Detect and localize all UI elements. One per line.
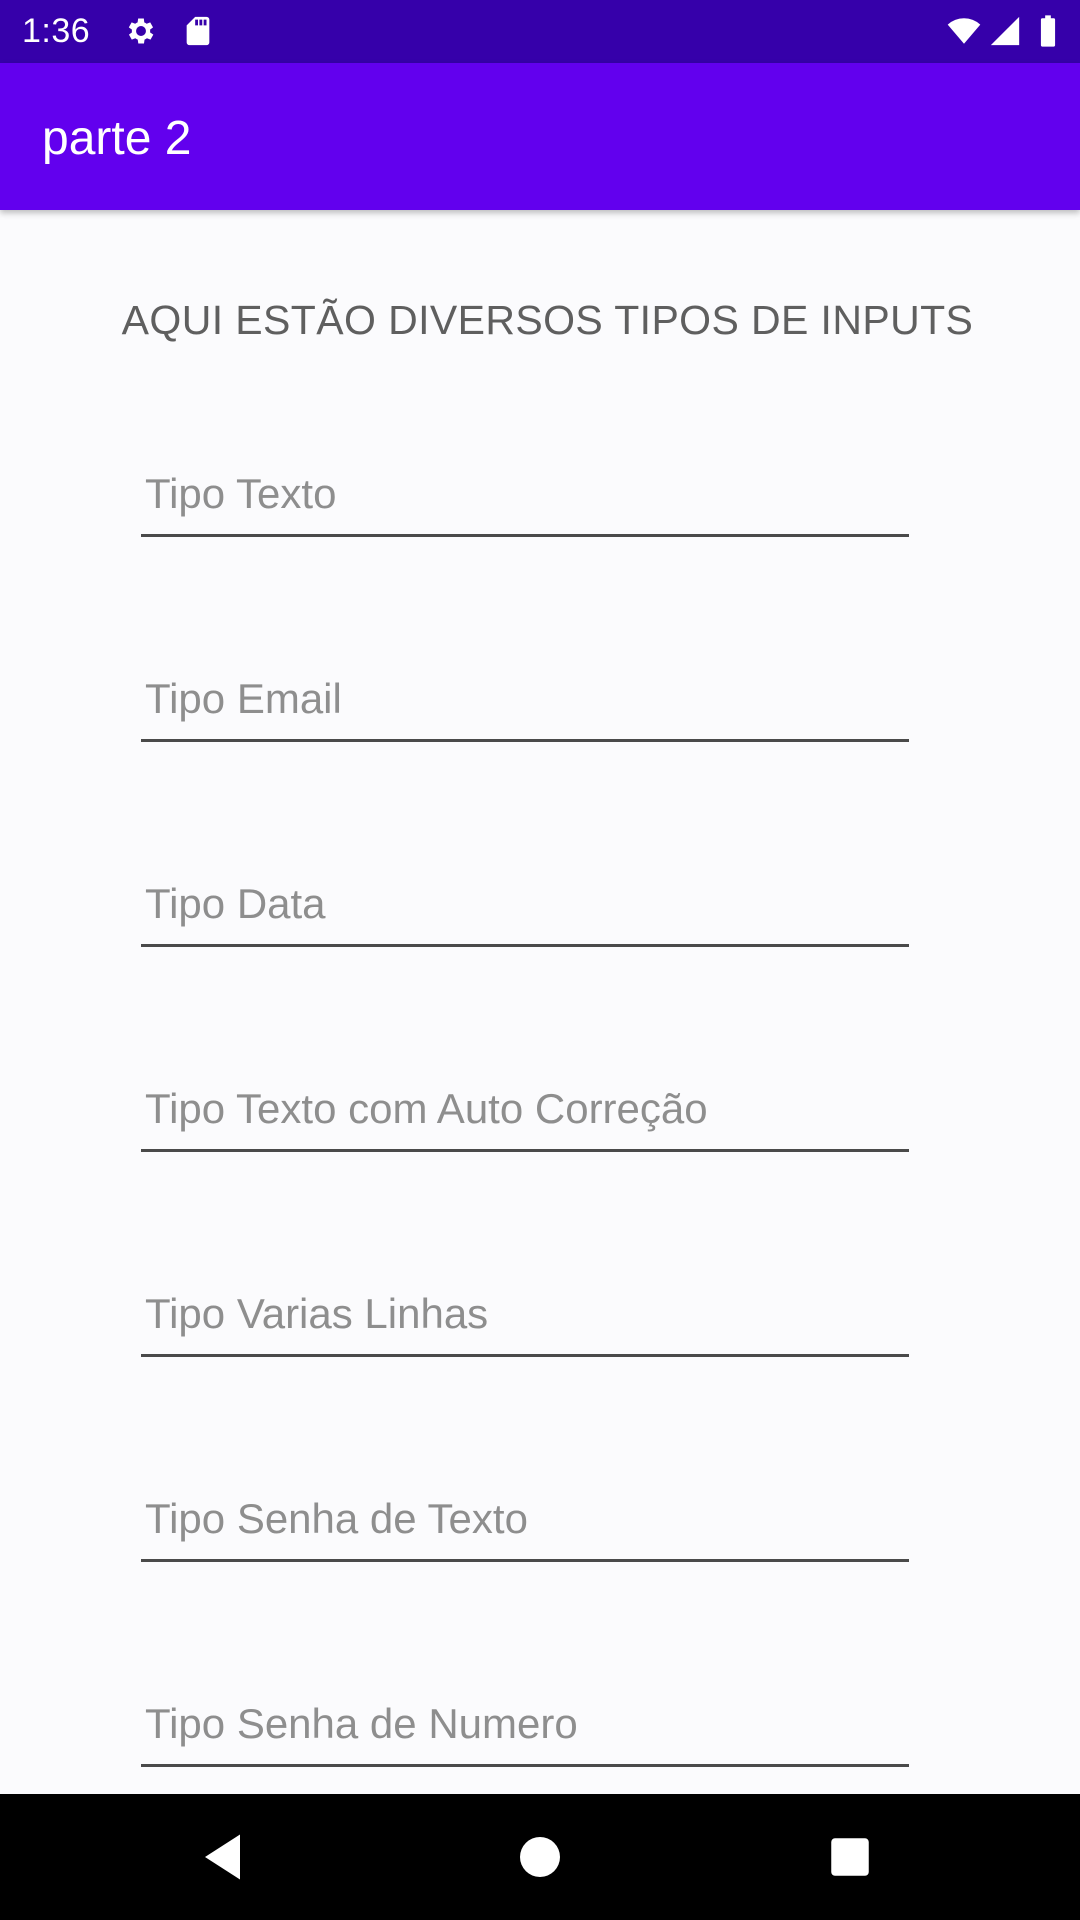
date-input[interactable] bbox=[141, 868, 909, 940]
status-bar: 1:36 bbox=[0, 0, 1080, 63]
navigation-bar bbox=[0, 1794, 1080, 1920]
date-field-underline bbox=[141, 944, 909, 947]
recents-icon[interactable] bbox=[820, 1827, 880, 1887]
text-input[interactable] bbox=[141, 458, 909, 530]
multiline-field[interactable] bbox=[141, 1278, 909, 1358]
number-password-field-underline bbox=[141, 1764, 909, 1767]
number-password-input[interactable] bbox=[141, 1688, 909, 1760]
text-password-field[interactable] bbox=[141, 1483, 909, 1563]
home-icon[interactable] bbox=[510, 1827, 570, 1887]
wifi-icon bbox=[944, 14, 984, 48]
signal-icon bbox=[988, 14, 1022, 48]
email-input[interactable] bbox=[141, 663, 909, 735]
sd-card-icon bbox=[181, 14, 215, 48]
multiline-field-underline bbox=[141, 1354, 909, 1357]
autocorrect-text-field-underline bbox=[141, 1149, 909, 1152]
back-icon[interactable] bbox=[195, 1827, 255, 1887]
text-password-field-underline bbox=[141, 1559, 909, 1562]
gear-icon bbox=[124, 14, 158, 48]
email-field[interactable] bbox=[141, 663, 909, 743]
email-field-underline bbox=[141, 739, 909, 742]
autocorrect-text-field[interactable] bbox=[141, 1073, 909, 1153]
app-screen: 1:36 parte 2 AQUI ESTÃO DIVERSOS TIPOS D… bbox=[0, 0, 1080, 1920]
app-title: parte 2 bbox=[42, 112, 192, 165]
app-bar: parte 2 bbox=[0, 63, 1080, 210]
text-field-underline bbox=[141, 534, 909, 537]
date-field[interactable] bbox=[141, 868, 909, 948]
autocorrect-text-input[interactable] bbox=[141, 1073, 909, 1145]
text-password-input[interactable] bbox=[141, 1483, 909, 1555]
number-password-field[interactable] bbox=[141, 1688, 909, 1768]
text-field[interactable] bbox=[141, 458, 909, 538]
multiline-input[interactable] bbox=[141, 1278, 909, 1350]
status-time: 1:36 bbox=[22, 12, 91, 50]
battery-icon bbox=[1036, 14, 1060, 48]
page-heading: AQUI ESTÃO DIVERSOS TIPOS DE INPUTS bbox=[121, 297, 974, 343]
